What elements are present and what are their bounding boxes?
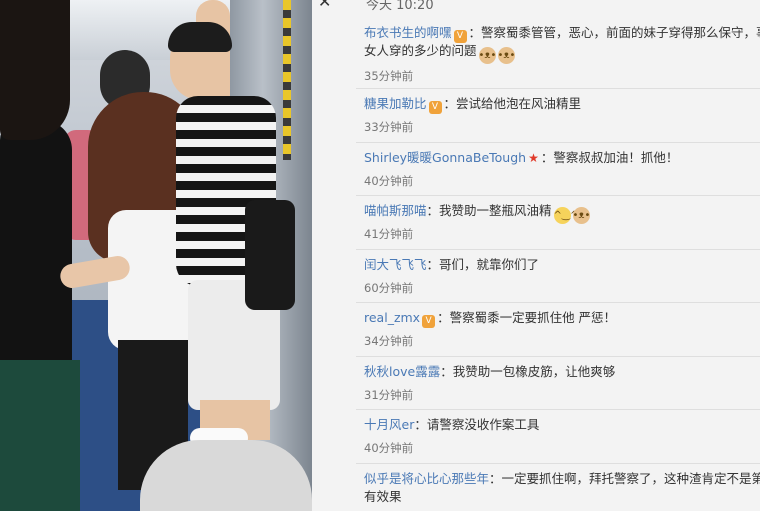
- comment-text: ：警察叔叔加油！抓他！: [540, 149, 679, 165]
- comment-item[interactable]: 闰大飞飞飞：哥们，就靠你们了 60分钟前: [356, 250, 760, 303]
- black-bag: [245, 200, 295, 310]
- comment-line: 似乎是将心比心那些年：一定要抓住啊，拜托警察了，这种渣肯定不是第一次了: [364, 470, 760, 487]
- close-icon[interactable]: ✕: [318, 0, 336, 10]
- comment-item[interactable]: Shirley暖暖GonnaBeTough ★ ：警察叔叔加油！抓他！ 40分钟前: [356, 143, 760, 196]
- man-hair: [168, 22, 232, 52]
- comment-item[interactable]: 布衣书生的啊嘿V：警察蜀黍管管，恶心，前面的妹子穿得那么保守，事实证明这根本不是…: [356, 18, 760, 89]
- comment-item[interactable]: 十月风er：请警察没收作案工具 40分钟前: [356, 410, 760, 464]
- comment-line: 喵帕斯那喵：我赞助一整瓶风油精 ^‿^•ᴥ•: [364, 202, 590, 224]
- comment-text: ：警察蜀黍管管，恶心，前面的妹子穿得那么保守，事实证明这根本不是: [468, 25, 760, 40]
- comment-text-continued: 女人穿的多少的问题: [364, 43, 477, 58]
- comment-username[interactable]: 十月风er: [364, 417, 414, 432]
- status-time: 今天 10:20: [366, 0, 434, 13]
- comment-line: 有效果: [364, 488, 402, 505]
- comment-line: 布衣书生的啊嘿V：警察蜀黍管管，恶心，前面的妹子穿得那么保守，事实证明这根本不是: [364, 24, 760, 43]
- comment-list: 布衣书生的啊嘿V：警察蜀黍管管，恶心，前面的妹子穿得那么保守，事实证明这根本不是…: [356, 18, 760, 511]
- verified-badge-icon: V: [428, 101, 442, 114]
- comment-username[interactable]: 闰大飞飞飞: [364, 257, 427, 272]
- comment-timestamp: 60分钟前: [364, 280, 414, 295]
- foreground-passenger-skirt: [0, 360, 80, 511]
- comment-text: ：尝试给他泡在风油精里: [443, 96, 582, 111]
- comment-item[interactable]: 似乎是将心比心那些年：一定要抓住啊，拜托警察了，这种渣肯定不是第一次了有效果: [356, 464, 760, 511]
- comment-text: ：一定要抓住啊，拜托警察了，这种渣肯定不是第一次了: [489, 470, 760, 486]
- comment-timestamp: 40分钟前: [364, 173, 414, 188]
- comment-line: 十月风er：请警察没收作案工具: [364, 416, 539, 433]
- comment-text: ：我赞助一整瓶风油精: [426, 203, 552, 218]
- dog-emoji-icon: •ᴥ•: [478, 47, 496, 64]
- status-bar: ✕ 今天 10:20: [312, 0, 760, 14]
- comment-username[interactable]: 糖果加勒比: [364, 96, 427, 111]
- comment-username[interactable]: 秋秋love露露: [364, 364, 440, 379]
- comment-username[interactable]: real_zmx: [364, 310, 420, 325]
- comment-timestamp: 33分钟前: [364, 120, 414, 134]
- comment-item[interactable]: real_zmx V ：警察蜀黍一定要抓住他 严惩！ 34分钟前: [356, 303, 760, 357]
- comment-timestamp: 35分钟前: [364, 69, 414, 83]
- subway-photo: [0, 0, 312, 511]
- comment-item[interactable]: 秋秋love露露：我赞助一包橡皮筋，让他爽够 31分钟前: [356, 357, 760, 410]
- dog-emoji-icon: •ᴥ•: [497, 47, 515, 64]
- comment-line: Shirley暖暖GonnaBeTough ★ ：警察叔叔加油！抓他！: [364, 149, 678, 167]
- comment-username[interactable]: 布衣书生的啊嘿: [364, 25, 452, 40]
- comment-text: ：请警察没收作案工具: [414, 417, 540, 432]
- comment-username[interactable]: 喵帕斯那喵: [364, 203, 427, 218]
- comment-username[interactable]: Shirley暖暖GonnaBeTough: [364, 150, 526, 165]
- comment-text: ：警察蜀黍一定要抓住他 严惩！: [437, 310, 617, 325]
- comments-panel: ✕ 今天 10:20 布衣书生的啊嘿 V ：警察蜀黍管管，恶心，前面的妹子穿得那么保…: [312, 0, 760, 511]
- foreground-passenger-hair: [0, 0, 70, 140]
- comment-text: ：哥们，就靠你们了: [426, 256, 540, 272]
- comment-line: real_zmx V ：警察蜀黍一定要抓住他 严惩！: [364, 309, 616, 328]
- comment-text-continued: 有效果: [364, 488, 402, 504]
- comment-line: 女人穿的多少的问题 •ᴥ••ᴥ•: [364, 42, 515, 64]
- verified-badge-icon: V: [422, 315, 436, 328]
- comment-line: 秋秋love露露：我赞助一包橡皮筋，让他爽够: [364, 363, 615, 380]
- comment-timestamp: 40分钟前: [364, 441, 414, 455]
- comment-timestamp: 34分钟前: [364, 334, 414, 348]
- foreground-shoulder: [140, 440, 312, 511]
- comment-line: 闰大飞飞飞：哥们，就靠你们了: [364, 256, 539, 273]
- comment-timestamp: 31分钟前: [364, 387, 414, 402]
- comment-item[interactable]: 糖果加勒比 V ：尝试给他泡在风油精里 33分钟前: [356, 89, 760, 143]
- handrail-pole: [283, 0, 291, 160]
- comment-username[interactable]: 似乎是将心比心那些年: [364, 471, 489, 486]
- dog-emoji-icon: •ᴥ•: [572, 207, 590, 224]
- smile-emoji-icon: ^‿^: [553, 207, 578, 224]
- comment-timestamp: 41分钟前: [364, 227, 414, 241]
- comment-text: ：我赞助一包橡皮筋，让他爽够: [440, 363, 616, 379]
- comment-line: 糖果加勒比 V ：尝试给他泡在风油精里: [364, 95, 581, 114]
- comment-item[interactable]: 喵帕斯那喵：我赞助一整瓶风油精 ^‿^•ᴥ• 41分钟前: [356, 196, 760, 250]
- star-badge-icon: ★: [528, 150, 539, 165]
